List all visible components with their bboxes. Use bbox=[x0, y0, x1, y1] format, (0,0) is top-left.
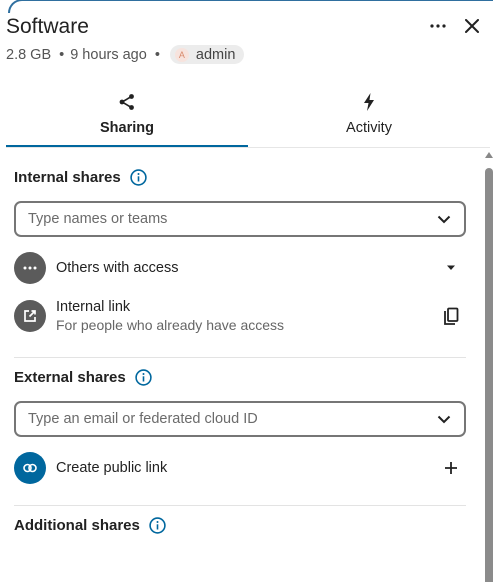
caret-down-icon bbox=[447, 265, 455, 270]
external-link-icon bbox=[14, 300, 46, 332]
internal-share-input[interactable] bbox=[16, 202, 430, 236]
scroll-up-icon[interactable] bbox=[485, 152, 493, 158]
section-divider bbox=[14, 357, 466, 358]
copy-icon bbox=[444, 307, 459, 325]
lightning-icon bbox=[363, 90, 375, 114]
close-button[interactable] bbox=[460, 14, 484, 38]
sharing-content: Internal shares Type names or teams Othe… bbox=[0, 148, 485, 582]
meta-separator: • bbox=[154, 46, 160, 63]
internal-link-subtitle: For people who already have access bbox=[56, 317, 285, 333]
plus-icon bbox=[445, 462, 457, 474]
internal-link-text: Internal link For people who already hav… bbox=[56, 299, 436, 333]
share-icon bbox=[118, 90, 136, 114]
sidebar-header: Software 2.8 GB • 9 hours ago • A admin bbox=[0, 0, 493, 80]
copy-internal-link-button[interactable] bbox=[436, 301, 466, 331]
info-icon[interactable] bbox=[130, 169, 147, 186]
section-internal-shares: Internal shares bbox=[14, 169, 147, 186]
dots-horizontal-icon bbox=[14, 252, 46, 284]
file-size: 2.8 GB bbox=[6, 46, 52, 63]
file-title: Software bbox=[6, 15, 89, 38]
add-public-link-button[interactable] bbox=[436, 453, 466, 483]
info-icon[interactable] bbox=[135, 369, 152, 386]
tab-sharing[interactable]: Sharing bbox=[6, 86, 248, 148]
owner-chip[interactable]: A admin bbox=[169, 45, 245, 64]
section-external-shares: External shares bbox=[14, 369, 152, 386]
file-modified: 9 hours ago bbox=[70, 46, 147, 63]
owner-name: admin bbox=[195, 46, 236, 63]
chevron-down-icon[interactable] bbox=[430, 415, 458, 424]
close-icon bbox=[465, 19, 479, 33]
vertical-scrollbar[interactable] bbox=[485, 152, 493, 582]
section-title: Additional shares bbox=[14, 517, 140, 534]
section-title: Internal shares bbox=[14, 169, 121, 186]
section-title: External shares bbox=[14, 369, 126, 386]
others-with-access-label: Others with access bbox=[56, 260, 179, 276]
info-icon[interactable] bbox=[149, 517, 166, 534]
section-additional-shares: Additional shares bbox=[14, 517, 166, 534]
create-public-link-label: Create public link bbox=[56, 460, 168, 476]
external-share-input[interactable] bbox=[16, 402, 430, 436]
link-icon bbox=[14, 452, 46, 484]
internal-share-search[interactable] bbox=[14, 201, 466, 237]
tab-label: Activity bbox=[346, 120, 392, 136]
meta-separator: • bbox=[59, 46, 65, 63]
external-share-search[interactable] bbox=[14, 401, 466, 437]
tab-bar: Sharing Activity bbox=[6, 86, 490, 148]
chevron-down-icon[interactable] bbox=[430, 215, 458, 224]
internal-link-row: Internal link For people who already hav… bbox=[14, 297, 466, 335]
sidebar-panel: Software 2.8 GB • 9 hours ago • A admin bbox=[0, 0, 493, 582]
file-meta: 2.8 GB • 9 hours ago • A admin bbox=[6, 45, 245, 64]
tab-label: Sharing bbox=[100, 120, 154, 136]
others-with-access-row[interactable]: Others with access bbox=[14, 251, 466, 285]
section-divider bbox=[14, 505, 466, 506]
scrollbar-thumb[interactable] bbox=[485, 168, 493, 582]
expand-others-button[interactable] bbox=[436, 253, 466, 283]
tab-activity[interactable]: Activity bbox=[248, 86, 490, 148]
dots-horizontal-icon bbox=[430, 24, 446, 28]
avatar: A bbox=[174, 47, 189, 62]
more-actions-button[interactable] bbox=[426, 14, 450, 38]
internal-link-label: Internal link bbox=[56, 299, 131, 315]
create-public-link-row[interactable]: Create public link bbox=[14, 451, 466, 485]
